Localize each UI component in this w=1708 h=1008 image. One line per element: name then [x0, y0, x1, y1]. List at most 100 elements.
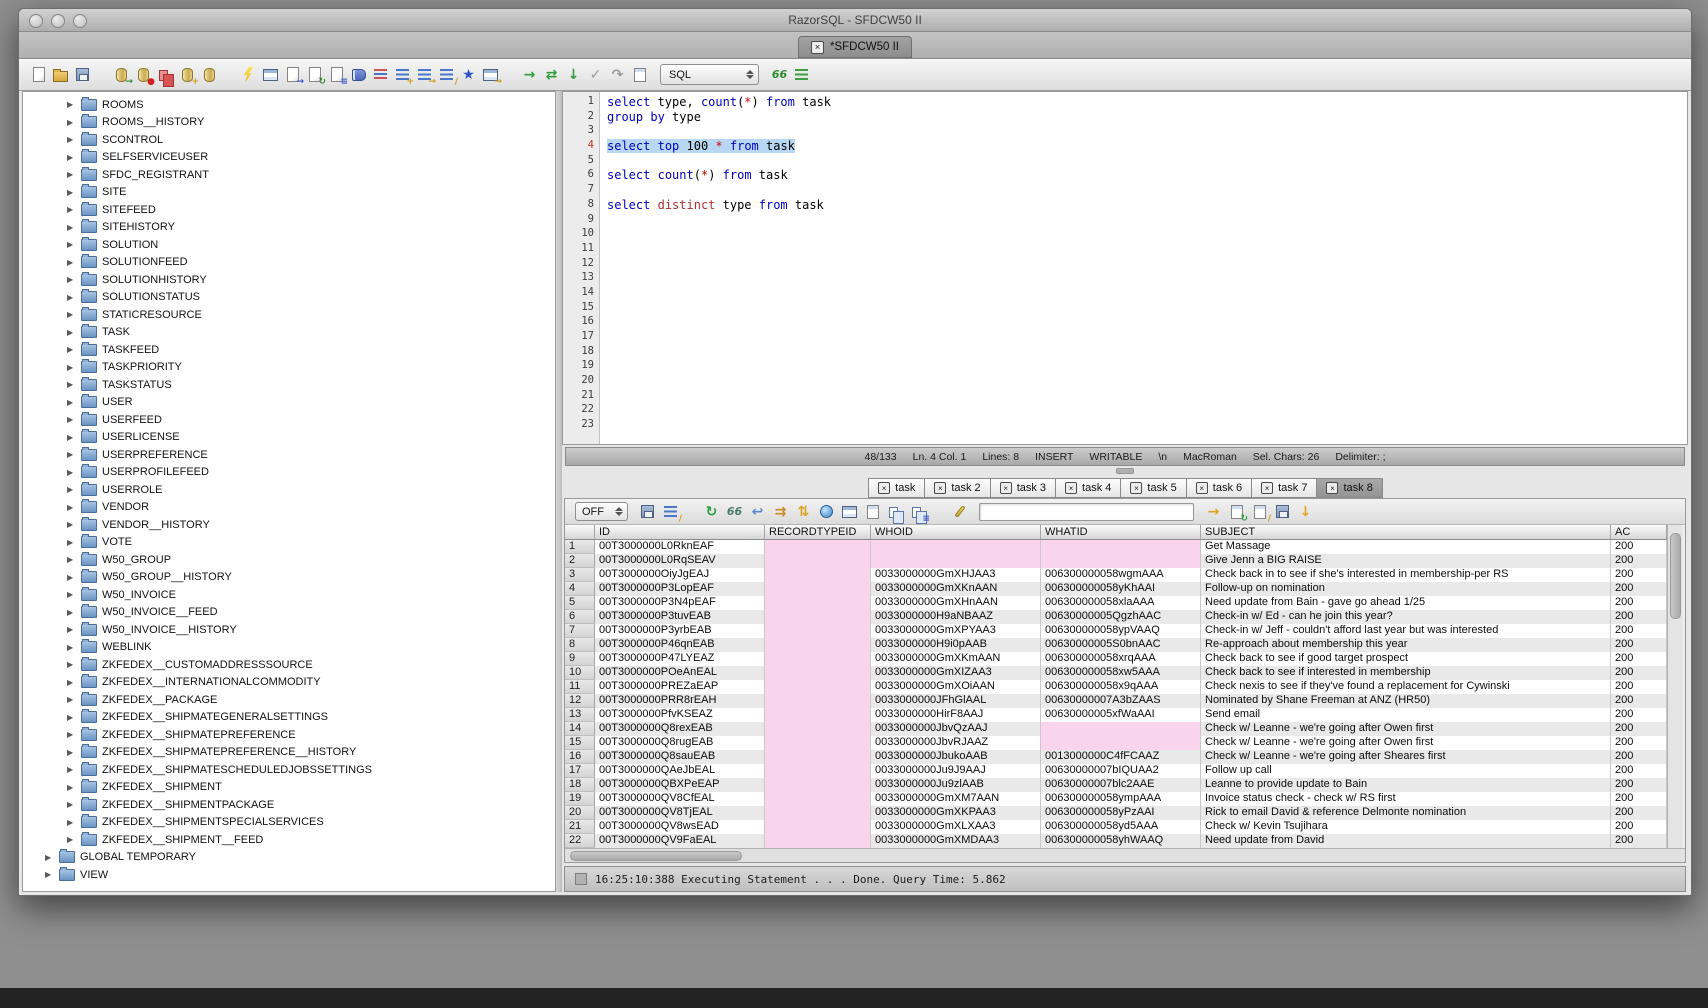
sql-mode-select[interactable]: SQL — [660, 64, 759, 85]
new-db-icon[interactable]: + — [178, 65, 197, 84]
close-tab-icon[interactable]: × — [1326, 482, 1338, 494]
pin-icon[interactable] — [950, 502, 969, 521]
cell-whatid[interactable]: 006300000058yhWAAQ — [1041, 834, 1201, 848]
expand-icon[interactable]: ▶ — [67, 730, 79, 739]
save-grid-icon[interactable] — [1273, 502, 1292, 521]
edit-cell-icon[interactable]: ↩ — [748, 502, 767, 521]
horizontal-scrollbar[interactable] — [565, 848, 1685, 862]
expand-icon[interactable]: ▶ — [67, 118, 79, 127]
quotes-66-icon[interactable]: 66 — [770, 65, 789, 84]
cell-id[interactable]: 00T3000000QV9FaEAL — [595, 834, 765, 848]
validate-check-icon[interactable]: ✓ — [586, 65, 605, 84]
cell-whatid[interactable]: 006300000058xlaAAA — [1041, 596, 1201, 610]
expand-icon[interactable]: ▶ — [67, 223, 79, 232]
cell-whoid[interactable]: 0033000000JFhGlAAL — [871, 694, 1041, 708]
expand-icon[interactable]: ▶ — [67, 713, 79, 722]
tree-item-zkfedex__shipmategeneralsettings[interactable]: ▶ZKFEDEX__SHIPMATEGENERALSETTINGS — [23, 709, 555, 727]
cell-recordtypeid[interactable] — [765, 610, 871, 624]
format-sql-icon[interactable]: + — [393, 65, 412, 84]
tree-item-vendor__history[interactable]: ▶VENDOR__HISTORY — [23, 516, 555, 534]
expand-icon[interactable]: ▶ — [67, 800, 79, 809]
cell-whoid[interactable]: 0033000000GmXHnAAN — [871, 596, 1041, 610]
column-header-recordtypeid[interactable]: RECORDTYPEID — [765, 525, 871, 540]
row-limit-stepper-icon[interactable] — [613, 504, 624, 519]
expand-icon[interactable]: ▶ — [67, 415, 79, 424]
cell-whoid[interactable]: 0033000000GmXPYAA3 — [871, 624, 1041, 638]
tree-item-rooms[interactable]: ▶ROOMS — [23, 96, 555, 114]
row-number-cell[interactable]: 11 — [565, 680, 595, 694]
cell-ac[interactable]: 200 — [1611, 610, 1667, 624]
tree-item-userrole[interactable]: ▶USERROLE — [23, 481, 555, 499]
cell-id[interactable]: 00T3000000OiyJgEAJ — [595, 568, 765, 582]
row-number-cell[interactable]: 22 — [565, 834, 595, 848]
tree-item-userprofilefeed[interactable]: ▶USERPROFILEFEED — [23, 464, 555, 482]
cell-ac[interactable]: 200 — [1611, 820, 1667, 834]
cell-subject[interactable]: Check nexis to see if they've found a re… — [1201, 680, 1611, 694]
cell-id[interactable]: 00T3000000POeAnEAL — [595, 666, 765, 680]
row-limit-select[interactable]: OFF — [575, 502, 628, 521]
table-go-icon[interactable]: → — [481, 65, 500, 84]
tree-item-w50_group[interactable]: ▶W50_GROUP — [23, 551, 555, 569]
cell-whoid[interactable] — [871, 540, 1041, 554]
reference-book-icon[interactable] — [349, 65, 368, 84]
cell-id[interactable]: 00T3000000PREZaEAP — [595, 680, 765, 694]
close-tab-icon[interactable]: × — [934, 482, 946, 494]
cell-recordtypeid[interactable] — [765, 694, 871, 708]
cell-whatid[interactable]: 006300000058yd5AAA — [1041, 820, 1201, 834]
cell-recordtypeid[interactable] — [765, 652, 871, 666]
row-number-cell[interactable]: 20 — [565, 806, 595, 820]
row-number-cell[interactable]: 13 — [565, 708, 595, 722]
save-file-icon[interactable] — [73, 65, 92, 84]
cell-ac[interactable]: 200 — [1611, 834, 1667, 848]
download-icon[interactable]: ↓ — [1296, 502, 1315, 521]
expand-icon[interactable]: ▶ — [67, 608, 79, 617]
title-bar[interactable]: RazorSQL - SFDCW50 II — [19, 9, 1691, 32]
tree-item-vote[interactable]: ▶VOTE — [23, 534, 555, 552]
cell-ac[interactable]: 200 — [1611, 764, 1667, 778]
cell-recordtypeid[interactable] — [765, 624, 871, 638]
favorites-star-icon[interactable]: ★ — [459, 65, 478, 84]
cell-whoid[interactable]: 0033000000GmXOiAAN — [871, 680, 1041, 694]
expand-icon[interactable]: ▶ — [67, 643, 79, 652]
expand-icon[interactable]: ▶ — [67, 625, 79, 634]
tree-item-sitehistory[interactable]: ▶SITEHISTORY — [23, 219, 555, 237]
tree-item-solution[interactable]: ▶SOLUTION — [23, 236, 555, 254]
filter-results-icon[interactable]: / — [661, 502, 680, 521]
browse-66-icon[interactable]: 66 — [725, 502, 744, 521]
cell-subject[interactable]: Need update from Bain - gave go ahead 1/… — [1201, 596, 1611, 610]
tree-item-zkfedex__shipmatepreference__history[interactable]: ▶ZKFEDEX__SHIPMATEPREFERENCE__HISTORY — [23, 744, 555, 762]
cell-whoid[interactable]: 0033000000JbukoAAB — [871, 750, 1041, 764]
grip-handle-icon[interactable] — [1116, 468, 1134, 474]
expand-icon[interactable]: ▶ — [67, 188, 79, 197]
cell-ac[interactable]: 200 — [1611, 778, 1667, 792]
results-search-input[interactable] — [979, 503, 1194, 521]
cell-id[interactable]: 00T3000000P3LopEAF — [595, 582, 765, 596]
row-number-cell[interactable]: 16 — [565, 750, 595, 764]
document-tab[interactable]: × *SFDCW50 II — [798, 36, 912, 58]
close-window-icon[interactable] — [29, 14, 43, 28]
cell-whoid[interactable]: 0033000000GmXM7AAN — [871, 792, 1041, 806]
copy-pages-icon[interactable] — [886, 502, 905, 521]
go-arrow-icon[interactable]: → — [1204, 502, 1223, 521]
cell-recordtypeid[interactable] — [765, 750, 871, 764]
close-tab-icon[interactable]: × — [878, 482, 890, 494]
results-tab-task-3[interactable]: ×task 3 — [990, 478, 1056, 498]
tree-item-solutionstatus[interactable]: ▶SOLUTIONSTATUS — [23, 289, 555, 307]
cell-whatid[interactable]: 00630000007A3bZAAS — [1041, 694, 1201, 708]
cell-id[interactable]: 00T3000000QBXPeEAP — [595, 778, 765, 792]
cell-id[interactable]: 00T3000000QV8CfEAL — [595, 792, 765, 806]
cell-subject[interactable]: Check back to see if good target prospec… — [1201, 652, 1611, 666]
tree-item-w50_invoice__feed[interactable]: ▶W50_INVOICE__FEED — [23, 604, 555, 622]
cell-whoid[interactable]: 0033000000JbvRJAAZ — [871, 736, 1041, 750]
tree-item-zkfedex__shipmatescheduledjobssettings[interactable]: ▶ZKFEDEX__SHIPMATESCHEDULEDJOBSSETTINGS — [23, 761, 555, 779]
row-number-cell[interactable]: 15 — [565, 736, 595, 750]
web-refresh-icon[interactable] — [817, 502, 836, 521]
cell-subject[interactable]: Check-in w/ Jeff - couldn't afford last … — [1201, 624, 1611, 638]
row-number-cell[interactable]: 1 — [565, 540, 595, 554]
sql-code-area[interactable]: select type, count(*) from taskgroup by … — [600, 92, 1687, 444]
tree-item-w50_invoice[interactable]: ▶W50_INVOICE — [23, 586, 555, 604]
cell-recordtypeid[interactable] — [765, 736, 871, 750]
save-results-icon[interactable] — [638, 502, 657, 521]
cell-ac[interactable]: 200 — [1611, 750, 1667, 764]
tree-item-task[interactable]: ▶TASK — [23, 324, 555, 342]
